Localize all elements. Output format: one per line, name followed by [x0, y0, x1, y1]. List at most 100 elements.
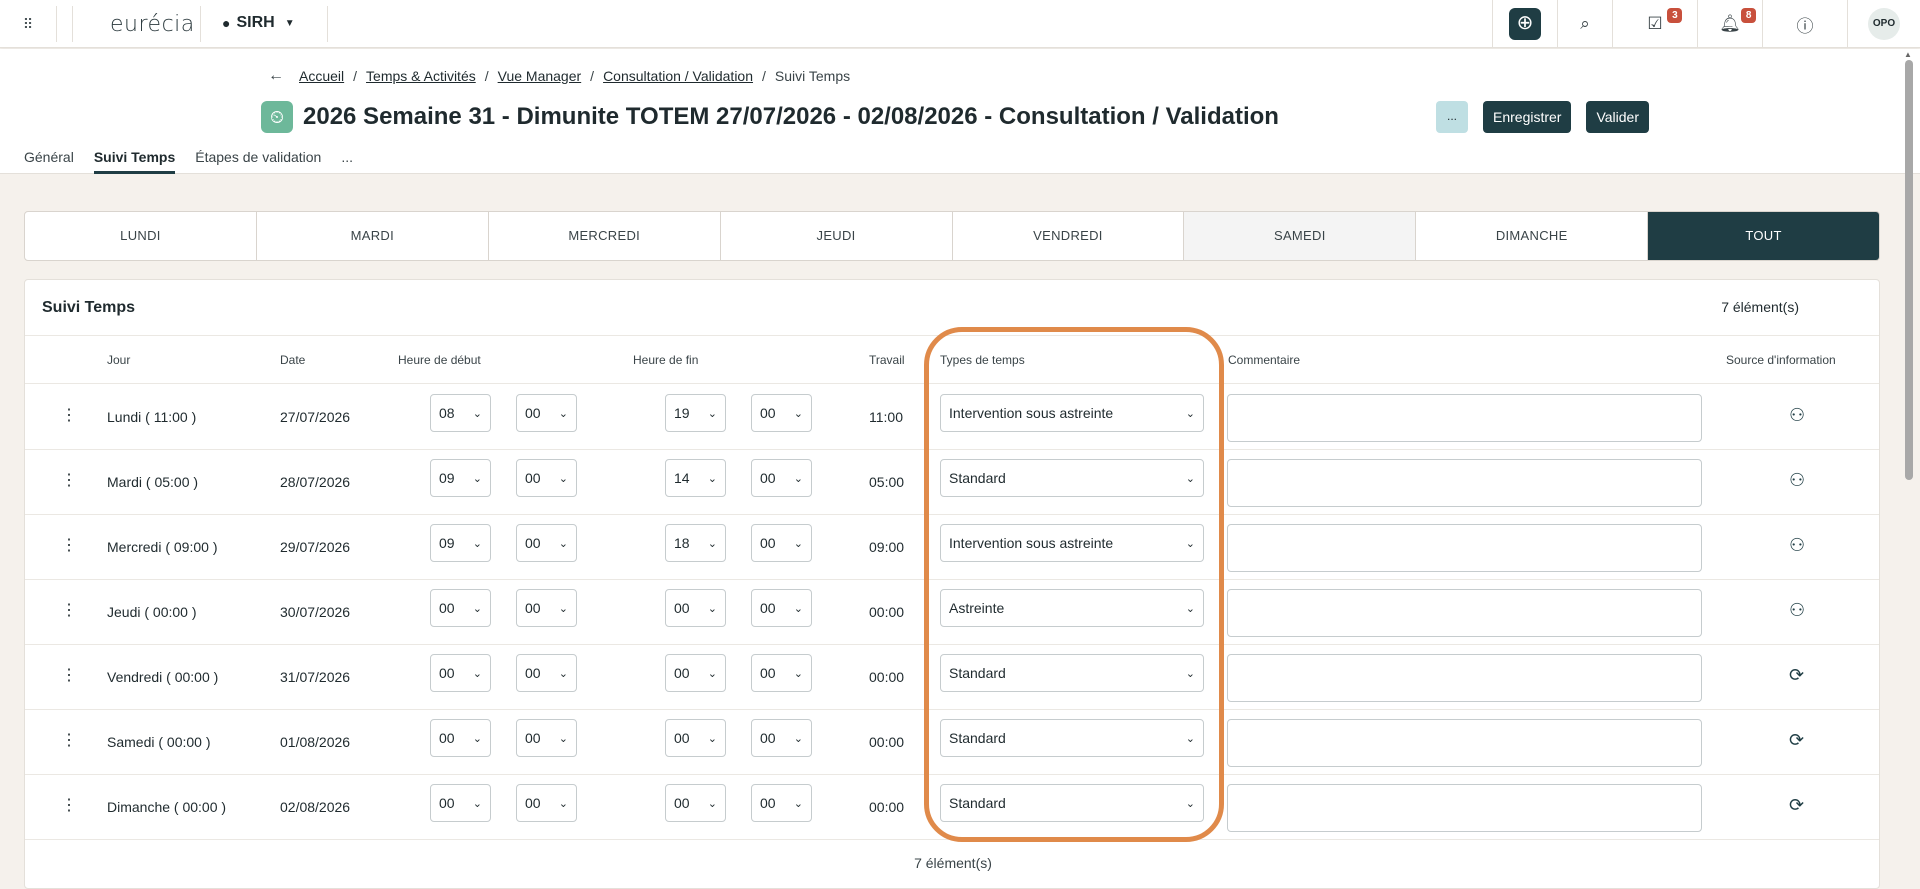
row-menu-icon[interactable]: ⋮: [61, 472, 77, 490]
end-minute-select[interactable]: 00 ⌄: [751, 524, 812, 562]
comment-field[interactable]: [1227, 459, 1702, 507]
search-button[interactable]: ⌕: [1557, 0, 1612, 48]
element-count: 7 élément(s): [1721, 299, 1799, 315]
time-type-select[interactable]: Standard ⌄: [940, 719, 1204, 757]
apps-grid-icon[interactable]: ⠿: [12, 14, 44, 34]
start-hour-select[interactable]: 00 ⌄: [430, 784, 491, 822]
comment-field[interactable]: [1227, 654, 1702, 702]
day-vendredi[interactable]: VENDREDI: [953, 212, 1185, 260]
chevron-down-icon: ⌄: [707, 407, 717, 420]
end-hour-select[interactable]: 18 ⌄: [665, 524, 726, 562]
end-minute-select[interactable]: 00 ⌄: [751, 719, 812, 757]
time-type-select[interactable]: Standard ⌄: [940, 459, 1204, 497]
start-minute-select[interactable]: 00 ⌄: [516, 589, 577, 627]
day-dimanche[interactable]: DIMANCHE: [1416, 212, 1649, 260]
end-hour-select[interactable]: 14 ⌄: [665, 459, 726, 497]
end-hour-select[interactable]: 19 ⌄: [665, 394, 726, 432]
day-mardi[interactable]: MARDI: [257, 212, 489, 260]
breadcrumb-consultation[interactable]: Consultation / Validation: [603, 68, 753, 84]
start-hour-select[interactable]: 00 ⌄: [430, 719, 491, 757]
row-menu-icon[interactable]: ⋮: [61, 602, 77, 620]
end-hour-select[interactable]: 00 ⌄: [665, 719, 726, 757]
scrollbar[interactable]: [1905, 60, 1913, 480]
tab-more[interactable]: ...: [341, 149, 353, 174]
day-samedi[interactable]: SAMEDI: [1184, 212, 1417, 260]
save-button[interactable]: Enregistrer: [1483, 101, 1572, 133]
comment-field[interactable]: [1227, 719, 1702, 767]
header-actions: ... Enregistrer Valider: [1436, 101, 1650, 133]
row-menu-icon[interactable]: ⋮: [61, 797, 77, 815]
module-selector[interactable]: ● SIRH ▼: [222, 14, 295, 32]
person-icon: ⚇: [1789, 600, 1806, 620]
time-type-value: Standard: [949, 795, 1006, 811]
tab-general[interactable]: Général: [24, 149, 74, 174]
logo[interactable]: eurécia: [110, 12, 195, 37]
start-hour-select[interactable]: 08 ⌄: [430, 394, 491, 432]
time-type-select[interactable]: Standard ⌄: [940, 784, 1204, 822]
tab-suivi-temps[interactable]: Suivi Temps: [93, 149, 176, 174]
start-hour-select[interactable]: 00 ⌄: [430, 654, 491, 692]
top-bar: ⠿ eurécia ● SIRH ▼ ⊕ ⌕ ☑ 3 🔔︎ 8 ⓘ OPO: [0, 0, 1920, 48]
end-hour-select[interactable]: 00 ⌄: [665, 589, 726, 627]
start-hour-select[interactable]: 09 ⌄: [430, 524, 491, 562]
breadcrumb-accueil[interactable]: Accueil: [299, 68, 344, 84]
comment-field[interactable]: [1227, 589, 1702, 637]
back-arrow-icon[interactable]: ←: [268, 67, 284, 85]
start-minute-select[interactable]: 00 ⌄: [516, 784, 577, 822]
breadcrumb-vue-manager[interactable]: Vue Manager: [498, 68, 582, 84]
end-minute-select[interactable]: 00 ⌄: [751, 459, 812, 497]
day-mercredi[interactable]: MERCREDI: [489, 212, 721, 260]
row-menu-icon[interactable]: ⋮: [61, 667, 77, 685]
table-row: ⋮ Mardi ( 05:00 ) 28/07/2026 09 ⌄ 00 ⌄ 14 ⌄ 00 ⌄ 05…: [25, 450, 1879, 515]
day-lundi[interactable]: LUNDI: [25, 212, 257, 260]
avatar-button[interactable]: OPO: [1847, 0, 1920, 48]
row-travail: 11:00: [869, 409, 903, 425]
scroll-up-icon[interactable]: ▲: [1904, 50, 1912, 59]
start-hour-select[interactable]: 09 ⌄: [430, 459, 491, 497]
time-type-select[interactable]: Astreinte ⌄: [940, 589, 1204, 627]
time-type-value: Intervention sous astreinte: [949, 405, 1114, 421]
start-minute-select[interactable]: 00 ⌄: [516, 719, 577, 757]
notifications-button[interactable]: 🔔︎ 8: [1697, 0, 1762, 48]
end-hour-select[interactable]: 00 ⌄: [665, 654, 726, 692]
time-type-select[interactable]: Standard ⌄: [940, 654, 1204, 692]
chevron-down-icon: ⌄: [793, 602, 803, 615]
row-menu-icon[interactable]: ⋮: [61, 407, 77, 425]
end-minute-select[interactable]: 00 ⌄: [751, 394, 812, 432]
comment-field[interactable]: [1227, 524, 1702, 572]
tasks-button[interactable]: ☑ 3: [1612, 0, 1697, 48]
start-minute-select[interactable]: 00 ⌄: [516, 459, 577, 497]
time-type-value: Standard: [949, 665, 1006, 681]
row-menu-icon[interactable]: ⋮: [61, 537, 77, 555]
end-minute-select[interactable]: 00 ⌄: [751, 589, 812, 627]
day-tout[interactable]: TOUT: [1648, 212, 1879, 260]
chevron-down-icon: ⌄: [472, 472, 482, 485]
table-row: ⋮ Samedi ( 00:00 ) 01/08/2026 00 ⌄ 00 ⌄ 00 ⌄ 00 ⌄ 0…: [25, 710, 1879, 775]
start-minute-select[interactable]: 00 ⌄: [516, 524, 577, 562]
help-button[interactable]: ⓘ: [1762, 0, 1847, 48]
start-minute-select[interactable]: 00 ⌄: [516, 394, 577, 432]
validate-button[interactable]: Valider: [1586, 101, 1650, 133]
time-type-select[interactable]: Intervention sous astreinte ⌄: [940, 524, 1204, 562]
time-type-select[interactable]: Intervention sous astreinte ⌄: [940, 394, 1204, 432]
end-minute-select[interactable]: 00 ⌄: [751, 654, 812, 692]
end-minute-select[interactable]: 00 ⌄: [751, 784, 812, 822]
row-travail: 00:00: [869, 799, 905, 815]
breadcrumb-temps[interactable]: Temps & Activités: [366, 68, 476, 84]
start-hour-value: 00: [439, 665, 455, 681]
day-jeudi[interactable]: JEUDI: [721, 212, 953, 260]
start-minute-select[interactable]: 00 ⌄: [516, 654, 577, 692]
help-icon: ⓘ: [1796, 16, 1814, 36]
chevron-down-icon: ⌄: [707, 667, 717, 680]
tab-etapes-validation[interactable]: Étapes de validation: [195, 149, 321, 174]
comment-field[interactable]: [1227, 784, 1702, 832]
comment-field[interactable]: [1227, 394, 1702, 442]
row-menu-icon[interactable]: ⋮: [61, 732, 77, 750]
start-hour-select[interactable]: 00 ⌄: [430, 589, 491, 627]
add-button[interactable]: ⊕: [1509, 8, 1541, 40]
title-row: ⏲ 2026 Semaine 31 - Dimunite TOTEM 27/07…: [261, 101, 1279, 133]
page-title: 2026 Semaine 31 - Dimunite TOTEM 27/07/2…: [303, 103, 1279, 130]
more-button[interactable]: ...: [1436, 101, 1468, 133]
end-hour-select[interactable]: 00 ⌄: [665, 784, 726, 822]
row-jour: Jeudi ( 00:00 ): [107, 604, 197, 620]
